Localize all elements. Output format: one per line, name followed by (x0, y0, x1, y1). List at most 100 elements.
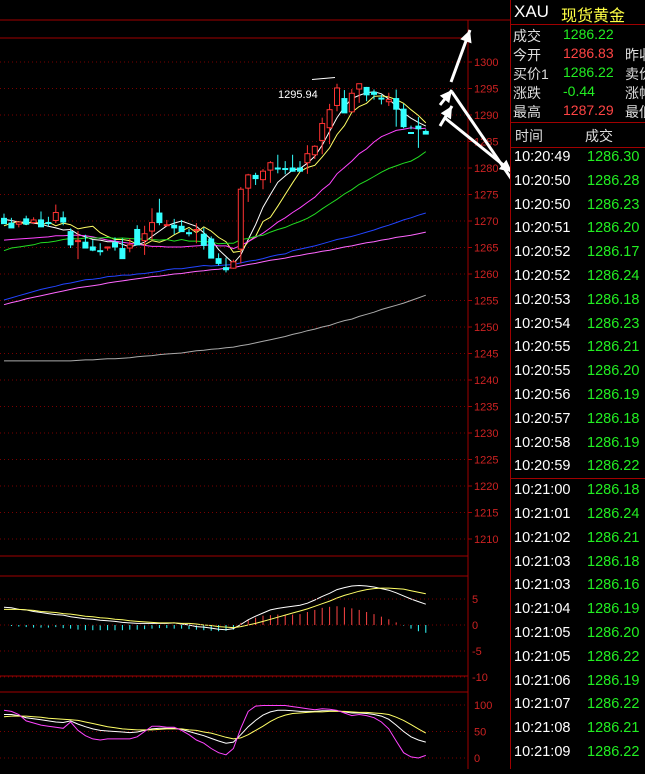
tick-time-header: 时间 (515, 128, 543, 144)
candle-body (45, 222, 52, 225)
candle-body (178, 225, 185, 233)
tick-row: 10:20:58 1286.19 (511, 433, 645, 457)
price-tick-label: 1235 (474, 402, 498, 414)
tick-row: 10:20:57 1286.18 (511, 409, 645, 433)
tick-row: 10:20:55 1286.20 (511, 361, 645, 385)
candle-body (274, 167, 281, 170)
candle-body (8, 222, 15, 229)
candle-body (67, 231, 74, 246)
macd-dea-line (4, 587, 426, 629)
candle-body (163, 224, 170, 227)
tick-row: 10:20:52 1286.24 (511, 266, 645, 290)
price-tick-label: 1260 (474, 269, 498, 281)
quote-panel: XAU 现货黄金 成交 1286.22 今开 1286.83 昨收 买价1 12… (510, 0, 645, 769)
high-marker-line (311, 77, 336, 81)
ma-line-2 (3, 127, 426, 250)
candle-body (171, 224, 178, 229)
candle-body (319, 122, 326, 141)
macd-tick-label: -10 (472, 672, 488, 684)
candle-body (267, 162, 274, 171)
kline-chart-area[interactable]: 1300129512901285128012751270126512601255… (0, 0, 632, 769)
candle-body (75, 240, 81, 243)
quote-label: 涨跌 (513, 85, 541, 101)
tick-price: 1286.18 (587, 482, 640, 499)
tick-time: 10:21:05 (514, 648, 571, 665)
tick-row: 10:21:03 1286.18 (511, 552, 645, 576)
candle-body (193, 228, 200, 231)
macd-tick-label: 0 (472, 620, 478, 632)
tick-price: 1286.19 (587, 672, 640, 689)
price-tick-label: 1240 (474, 375, 498, 387)
candle-body (208, 238, 215, 259)
candle-body (422, 130, 429, 135)
candle-body (326, 109, 333, 129)
tick-time: 10:20:52 (514, 268, 571, 284)
price-tick-label: 1300 (474, 57, 498, 69)
tick-time: 10:20:49 (514, 149, 571, 165)
tick-price: 1286.28 (587, 172, 640, 189)
candle-body (289, 167, 296, 172)
tick-time: 10:20:51 (514, 220, 571, 237)
tick-price: 1286.23 (587, 315, 640, 332)
candle-body (156, 212, 163, 224)
candle-body (297, 167, 303, 172)
tick-price: 1286.20 (587, 363, 640, 380)
tick-time: 10:20:54 (514, 315, 571, 332)
tick-row: 10:21:01 1286.24 (511, 504, 645, 528)
tick-price: 1286.16 (587, 577, 640, 594)
tick-time: 10:21:03 (514, 553, 571, 570)
tick-row: 10:21:08 1286.21 (511, 718, 645, 742)
macd-tick-label: 5 (472, 594, 478, 606)
candle-body (112, 242, 118, 248)
tick-time: 10:21:09 (514, 744, 571, 760)
candle-body (400, 108, 407, 128)
quote-value: -0.44 (563, 83, 595, 99)
tick-price: 1286.21 (587, 339, 640, 356)
quote-extra-label: 涨幅 (625, 85, 645, 101)
tick-time: 10:21:00 (514, 482, 571, 499)
ma-line-1 (3, 95, 427, 253)
tick-price-header: 成交 (585, 128, 613, 144)
quote-label: 买价1 (513, 66, 549, 82)
candle-body (282, 168, 289, 171)
candle-body (38, 219, 44, 228)
candle-body (149, 222, 155, 232)
tick-row: 10:20:49 1286.30 (511, 147, 645, 171)
candle-body (371, 91, 377, 95)
tick-row: 10:20:53 1286.18 (511, 290, 645, 314)
macd-dif-line (3, 584, 426, 631)
price-tick-label: 1215 (474, 508, 498, 520)
price-tick-label: 1265 (474, 243, 498, 255)
quote-label: 最高 (513, 104, 541, 120)
candle-body (311, 145, 318, 156)
candle-body (134, 228, 141, 246)
tick-row: 10:20:50 1286.23 (511, 195, 645, 219)
candle-body (348, 92, 355, 113)
tick-price: 1286.20 (587, 625, 640, 641)
price-tick-label: 1255 (474, 296, 498, 308)
candle-body (200, 233, 207, 246)
candle-body (334, 87, 340, 106)
tick-divider (511, 478, 645, 480)
tick-row: 10:21:07 1286.22 (511, 694, 645, 718)
tick-price: 1286.21 (587, 720, 640, 737)
tick-price: 1286.18 (587, 291, 640, 308)
tick-time: 10:20:50 (514, 172, 571, 189)
price-tick-label: 1275 (474, 190, 498, 202)
tick-row: 10:21:06 1286.19 (511, 671, 645, 695)
kline-chart[interactable]: 1300129512901285128012751270126512601255… (0, 0, 632, 769)
tick-time: 10:20:50 (514, 196, 571, 213)
ma-line-6 (4, 294, 426, 362)
tick-price: 1286.19 (587, 434, 640, 451)
candle-body (23, 218, 30, 225)
quote-row-change: 涨跌 -0.44 涨幅 (511, 82, 645, 101)
tick-price: 1286.19 (587, 387, 640, 403)
candle-body (60, 217, 67, 223)
price-tick-label: 1290 (474, 110, 498, 122)
symbol-name: 现货黄金 (561, 8, 626, 25)
tick-row: 10:20:59 1286.22 (511, 456, 645, 480)
tick-price: 1286.17 (587, 244, 640, 261)
quote-header: XAU 现货黄金 (511, 0, 645, 25)
quote-value: 1286.22 (563, 64, 614, 80)
quote-label: 今开 (513, 47, 541, 63)
